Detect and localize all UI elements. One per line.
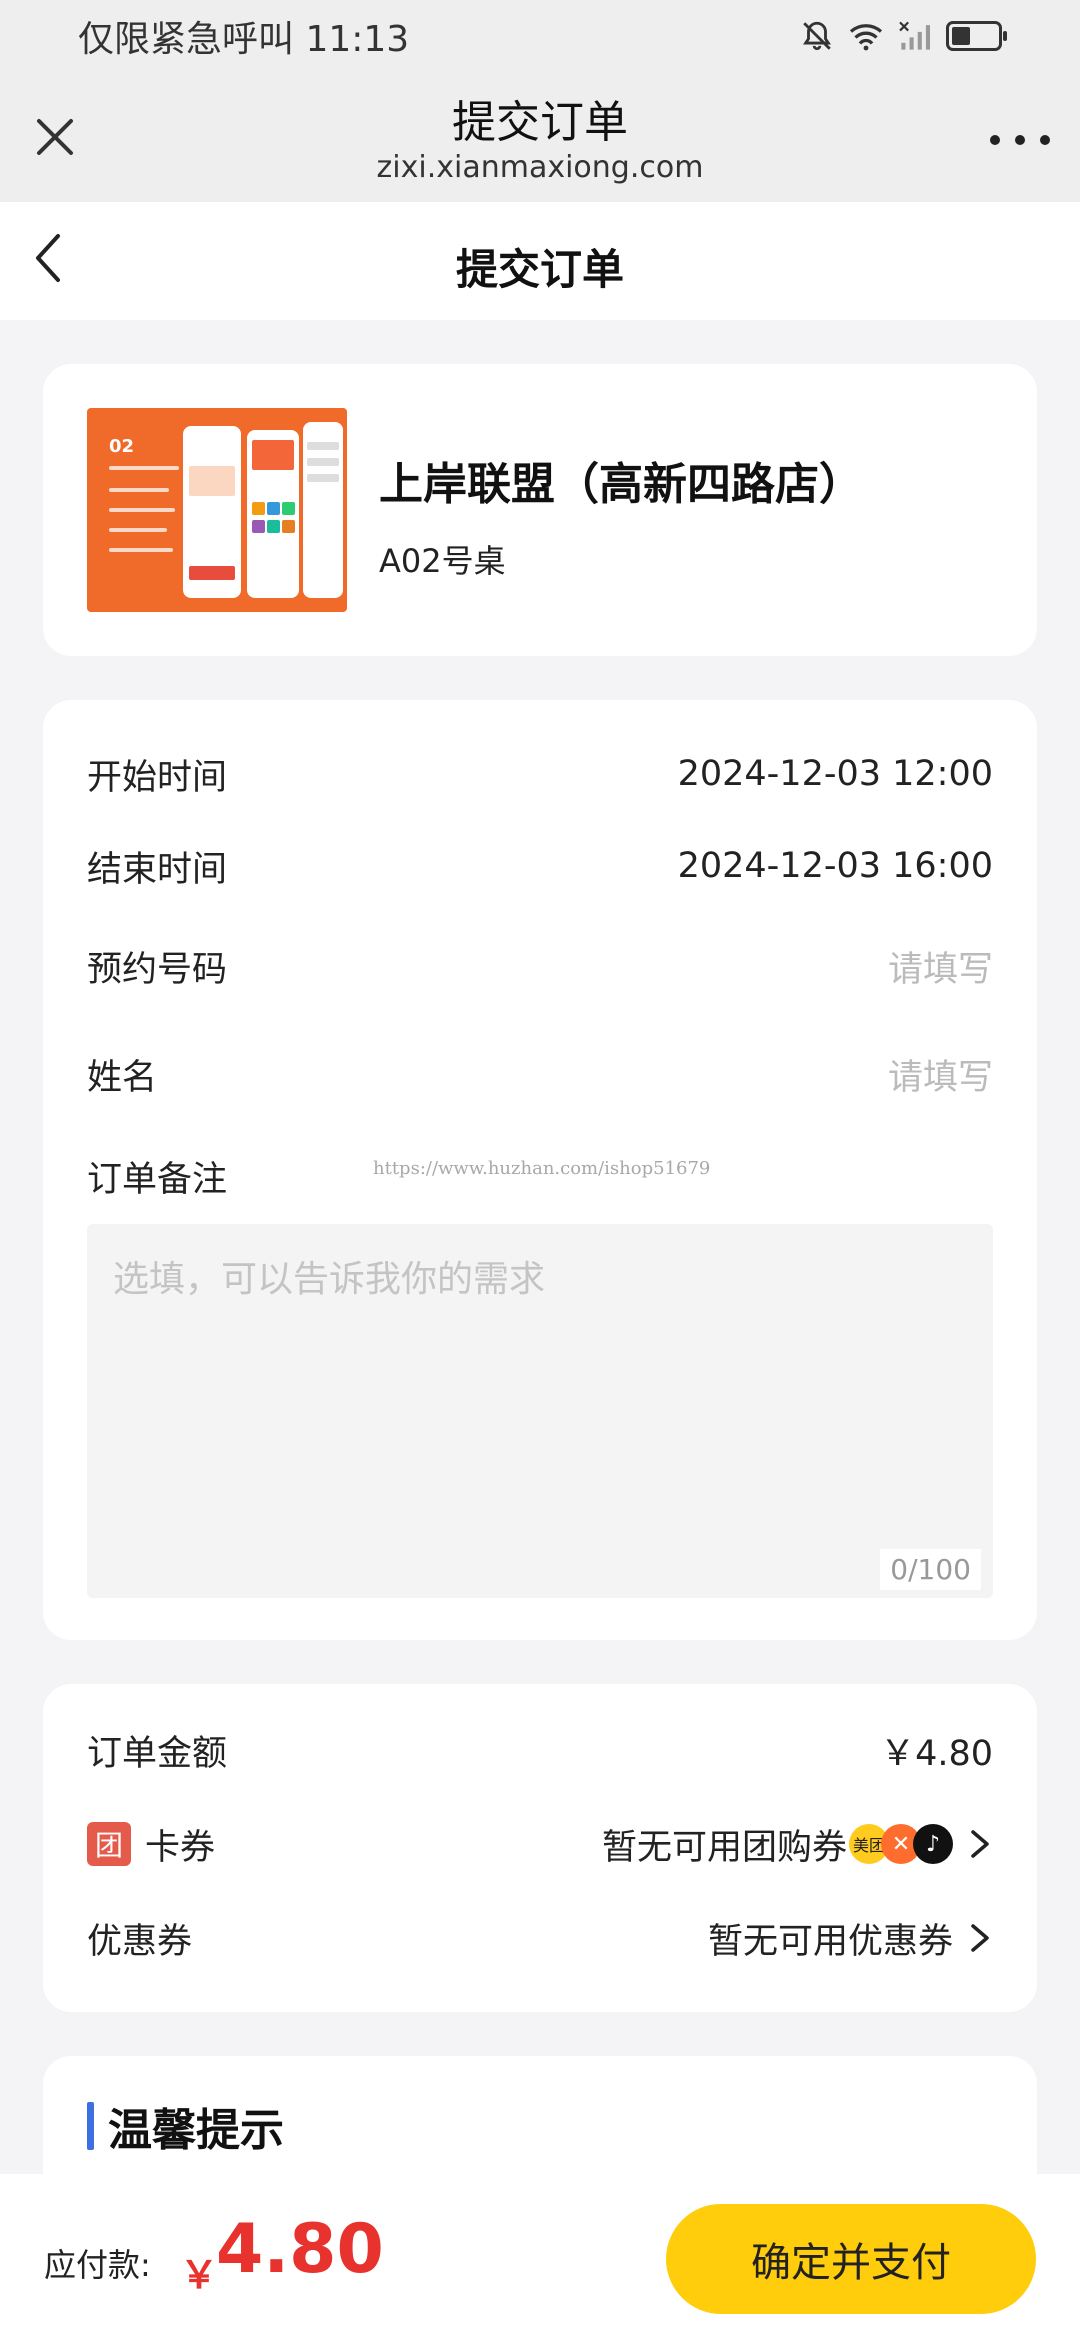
thumbnail-block [189,566,235,580]
char-counter: 0/100 [880,1549,981,1590]
start-time-label: 开始时间 [87,757,228,798]
thumbnail-text-line [109,548,173,552]
order-amount-label: 订单金额 [87,1733,228,1774]
wifi-icon [849,24,883,51]
coupon-row[interactable]: 优惠券 暂无可用优惠券 [87,1912,993,1964]
amount-due-label: 应付款: [44,2246,151,2284]
group-voucher-right: 暂无可用团购券 美团 ✕ ♪ [602,1819,993,1870]
order-amount-value: ￥4.80 [880,1733,993,1774]
confirm-pay-button[interactable]: 确定并支付 [666,2204,1036,2314]
thumbnail-phone-mockup [303,422,343,598]
start-time-value[interactable]: 2024-12-03 12:00 [678,754,993,794]
amount-due-value: 4.80 [216,2210,384,2289]
group-buy-icon: 团 [87,1822,131,1866]
end-time-value[interactable]: 2024-12-03 16:00 [678,846,993,886]
booking-number-row: 预约号码 请填写 [87,940,993,992]
coupon-label: 优惠券 [87,1921,193,1962]
store-name: 上岸联盟（高新四路店） [379,459,863,510]
thumbnail-block [282,502,295,515]
status-bar: 仅限紧急呼叫 11:13 [0,0,1080,72]
thumbnail-block [267,502,280,515]
status-icons [800,19,1007,53]
booking-number-input[interactable]: 请填写 [888,941,993,992]
store-thumbnail: 02 [87,408,347,612]
name-row: 姓名 请填写 [87,1048,993,1100]
thumbnail-text-line [109,466,179,470]
booking-form-card: 开始时间 2024-12-03 12:00 结束时间 2024-12-03 16… [43,700,1037,1640]
battery-icon [946,21,1007,51]
tips-title: 温馨提示 [108,2105,284,2156]
group-voucher-left: 团 卡券 [87,1819,215,1870]
chevron-right-icon [971,1924,989,1952]
group-voucher-row[interactable]: 团 卡券 暂无可用团购券 美团 ✕ ♪ [87,1818,993,1870]
more-dot-icon [990,135,1000,145]
status-left: 仅限紧急呼叫 11:13 [78,10,409,62]
booking-number-label: 预约号码 [87,949,228,990]
browser-url: zixi.xianmaxiong.com [376,150,704,185]
thumbnail-block [307,442,339,450]
browser-title: 提交订单 [452,97,628,148]
coupon-right: 暂无可用优惠券 [708,1913,993,1964]
thumbnail-phone-mockup [183,426,241,598]
thumbnail-block [307,458,339,466]
browser-bar: 提交订单 zixi.xianmaxiong.com [0,72,1080,202]
order-note-label: 订单备注 [87,1159,228,1200]
thumbnail-text-line [109,488,169,492]
name-label: 姓名 [87,1057,158,1098]
group-voucher-label: 卡券 [145,1827,216,1868]
store-card: 02 上岸联盟（高新四路店） A02号桌 [43,364,1037,656]
payment-bar: 应付款: ￥ 4.80 确定并支付 [0,2174,1080,2340]
thumbnail-block [252,502,265,515]
name-input[interactable]: 请填写 [888,1049,993,1100]
table-number: A02号桌 [379,542,506,580]
tips-accent-bar [87,2102,94,2150]
end-time-label: 结束时间 [87,849,228,890]
order-amount-row: 订单金额 ￥4.80 [87,1724,993,1776]
thumbnail-text-line [109,508,175,512]
thumbnail-block [307,474,339,482]
order-note-placeholder: 选填，可以告诉我你的需求 [113,1259,546,1300]
more-dot-icon [1015,135,1025,145]
coupon-value: 暂无可用优惠券 [707,1921,953,1962]
thumbnail-block [189,466,235,496]
thumbnail-phone-mockup [247,430,299,598]
mute-bell-icon [803,21,831,51]
platform-badges: 美团 ✕ ♪ [849,1824,953,1864]
clock: 11:13 [305,19,410,60]
order-note-textarea[interactable]: 选填，可以告诉我你的需求 0/100 [87,1224,993,1598]
carrier-text: 仅限紧急呼叫 [78,19,295,60]
start-time-row[interactable]: 开始时间 2024-12-03 12:00 [87,748,993,800]
signal-icon [899,21,930,50]
thumbnail-block [267,520,280,533]
thumbnail-text-line [109,528,167,532]
tips-heading: 温馨提示 [87,2100,284,2156]
more-menu-button[interactable] [990,120,1050,160]
end-time-row[interactable]: 结束时间 2024-12-03 16:00 [87,840,993,892]
amount-card: 订单金额 ￥4.80 团 卡券 暂无可用团购券 美团 ✕ ♪ 优惠券 暂无可用优… [43,1684,1037,2012]
thumbnail-block [252,520,265,533]
currency-symbol: ￥ [180,2253,219,2297]
watermark-text: https://www.huzhan.com/ishop51679 [373,1158,711,1179]
group-voucher-value: 暂无可用团购券 [601,1827,847,1868]
more-dot-icon [1040,135,1050,145]
douyin-logo-icon: ♪ [913,1824,953,1864]
thumbnail-block [252,440,294,470]
page-title: 提交订单 [455,245,624,294]
thumbnail-block [282,520,295,533]
page-nav-bar: 提交订单 [0,202,1080,320]
chevron-right-icon [971,1830,989,1858]
thumbnail-badge: 02 [109,436,135,457]
